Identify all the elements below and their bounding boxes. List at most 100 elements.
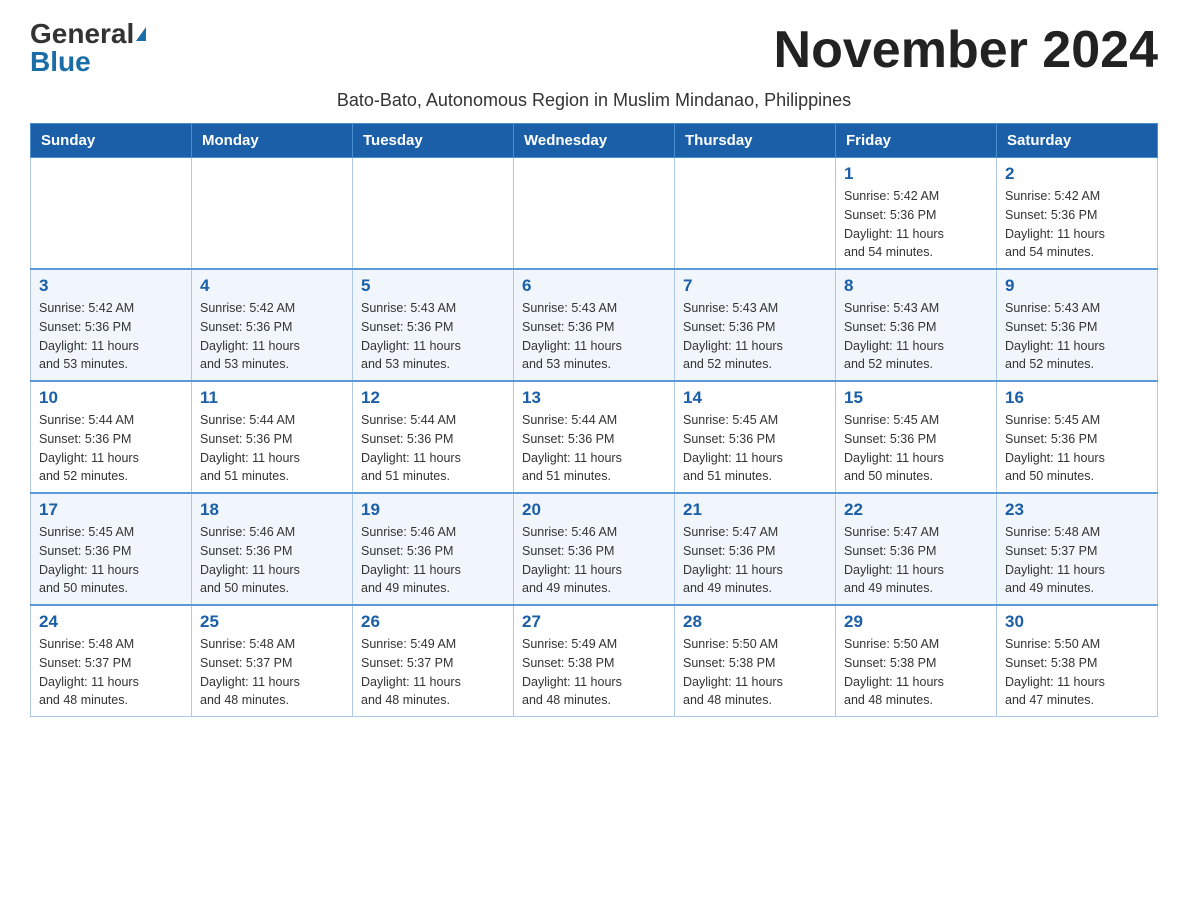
col-thursday: Thursday [675, 124, 836, 158]
calendar-header-row: Sunday Monday Tuesday Wednesday Thursday… [31, 124, 1158, 158]
calendar-cell: 19Sunrise: 5:46 AM Sunset: 5:36 PM Dayli… [353, 493, 514, 605]
calendar-cell: 27 Sunrise: 5:49 AM Sunset: 5:38 PM Dayli… [514, 605, 675, 717]
day-number: 12 [361, 388, 505, 408]
calendar-cell [192, 158, 353, 270]
day-info: Sunrise: 5:44 AM Sunset: 5:36 PM Dayligh… [200, 411, 344, 486]
calendar-cell: 17 Sunrise: 5:45 AM Sunset: 5:36 PM Dayli… [31, 493, 192, 605]
day-number: 1 [844, 164, 988, 184]
day-info: Sunrise: 5:49 AM Sunset: 5:37 PM Dayligh… [361, 635, 505, 710]
day-number: 23 [1005, 500, 1149, 520]
calendar-cell: 29Sunrise: 5:50 AM Sunset: 5:38 PM Dayli… [836, 605, 997, 717]
calendar-cell [514, 158, 675, 270]
day-number: 14 [683, 388, 827, 408]
day-info: Sunrise: 5:43 AM Sunset: 5:36 PM Dayligh… [361, 299, 505, 374]
calendar-cell: 14 Sunrise: 5:45 AM Sunset: 5:36 PM Dayli… [675, 381, 836, 493]
day-info: Sunrise: 5:45 AM Sunset: 5:36 PM Dayligh… [39, 523, 183, 598]
calendar-cell: 20 Sunrise: 5:46 AM Sunset: 5:36 PM Dayli… [514, 493, 675, 605]
day-number: 15 [844, 388, 988, 408]
day-info: Sunrise: 5:45 AM Sunset: 5:36 PM Dayligh… [1005, 411, 1149, 486]
day-number: 26 [361, 612, 505, 632]
day-info: Sunrise: 5:43 AM Sunset: 5:36 PM Dayligh… [844, 299, 988, 374]
calendar-cell: 10 Sunrise: 5:44 AM Sunset: 5:36 PM Dayli… [31, 381, 192, 493]
day-info: Sunrise: 5:43 AM Sunset: 5:36 PM Dayligh… [683, 299, 827, 374]
logo-triangle-icon [136, 27, 146, 41]
day-number: 3 [39, 276, 183, 296]
calendar-week-row-3: 10 Sunrise: 5:44 AM Sunset: 5:36 PM Dayli… [31, 381, 1158, 493]
calendar-cell: 13Sunrise: 5:44 AM Sunset: 5:36 PM Dayli… [514, 381, 675, 493]
calendar-cell: 1 Sunrise: 5:42 AM Sunset: 5:36 PM Daylig… [836, 158, 997, 270]
calendar-week-row-2: 3 Sunrise: 5:42 AM Sunset: 5:36 PM Daylig… [31, 269, 1158, 381]
col-sunday: Sunday [31, 124, 192, 158]
logo-general-text: General [30, 20, 134, 48]
day-number: 4 [200, 276, 344, 296]
calendar-cell: 7 Sunrise: 5:43 AM Sunset: 5:36 PM Daylig… [675, 269, 836, 381]
calendar-cell: 11 Sunrise: 5:44 AM Sunset: 5:36 PM Dayli… [192, 381, 353, 493]
calendar-cell: 5 Sunrise: 5:43 AM Sunset: 5:36 PM Daylig… [353, 269, 514, 381]
day-number: 17 [39, 500, 183, 520]
day-info: Sunrise: 5:48 AM Sunset: 5:37 PM Dayligh… [1005, 523, 1149, 598]
day-info: Sunrise: 5:42 AM Sunset: 5:36 PM Dayligh… [844, 187, 988, 262]
day-number: 9 [1005, 276, 1149, 296]
day-number: 18 [200, 500, 344, 520]
calendar-cell: 9Sunrise: 5:43 AM Sunset: 5:36 PM Daylig… [997, 269, 1158, 381]
day-info: Sunrise: 5:47 AM Sunset: 5:36 PM Dayligh… [683, 523, 827, 598]
logo-blue-text: Blue [30, 48, 91, 76]
day-info: Sunrise: 5:50 AM Sunset: 5:38 PM Dayligh… [844, 635, 988, 710]
calendar-cell [675, 158, 836, 270]
day-number: 21 [683, 500, 827, 520]
day-number: 20 [522, 500, 666, 520]
calendar-cell: 30 Sunrise: 5:50 AM Sunset: 5:38 PM Dayli… [997, 605, 1158, 717]
day-info: Sunrise: 5:49 AM Sunset: 5:38 PM Dayligh… [522, 635, 666, 710]
calendar-cell: 25Sunrise: 5:48 AM Sunset: 5:37 PM Dayli… [192, 605, 353, 717]
col-friday: Friday [836, 124, 997, 158]
calendar-cell: 24Sunrise: 5:48 AM Sunset: 5:37 PM Dayli… [31, 605, 192, 717]
day-number: 24 [39, 612, 183, 632]
day-info: Sunrise: 5:46 AM Sunset: 5:36 PM Dayligh… [522, 523, 666, 598]
col-saturday: Saturday [997, 124, 1158, 158]
day-number: 16 [1005, 388, 1149, 408]
calendar-cell: 2 Sunrise: 5:42 AM Sunset: 5:36 PM Daylig… [997, 158, 1158, 270]
calendar-cell: 4 Sunrise: 5:42 AM Sunset: 5:36 PM Daylig… [192, 269, 353, 381]
day-info: Sunrise: 5:42 AM Sunset: 5:36 PM Dayligh… [39, 299, 183, 374]
day-number: 25 [200, 612, 344, 632]
day-number: 7 [683, 276, 827, 296]
calendar-cell: 12Sunrise: 5:44 AM Sunset: 5:36 PM Dayli… [353, 381, 514, 493]
calendar-cell: 3 Sunrise: 5:42 AM Sunset: 5:36 PM Daylig… [31, 269, 192, 381]
day-number: 30 [1005, 612, 1149, 632]
calendar-cell [31, 158, 192, 270]
day-info: Sunrise: 5:46 AM Sunset: 5:36 PM Dayligh… [200, 523, 344, 598]
day-number: 27 [522, 612, 666, 632]
calendar-cell: 18 Sunrise: 5:46 AM Sunset: 5:36 PM Dayli… [192, 493, 353, 605]
calendar-week-row-1: 1 Sunrise: 5:42 AM Sunset: 5:36 PM Daylig… [31, 158, 1158, 270]
calendar-cell: 21 Sunrise: 5:47 AM Sunset: 5:36 PM Dayli… [675, 493, 836, 605]
day-number: 8 [844, 276, 988, 296]
day-info: Sunrise: 5:46 AM Sunset: 5:36 PM Dayligh… [361, 523, 505, 598]
day-info: Sunrise: 5:42 AM Sunset: 5:36 PM Dayligh… [200, 299, 344, 374]
day-number: 5 [361, 276, 505, 296]
calendar-cell: 26 Sunrise: 5:49 AM Sunset: 5:37 PM Dayli… [353, 605, 514, 717]
logo: General Blue [30, 20, 146, 76]
day-info: Sunrise: 5:44 AM Sunset: 5:36 PM Dayligh… [39, 411, 183, 486]
day-number: 6 [522, 276, 666, 296]
calendar-week-row-5: 24Sunrise: 5:48 AM Sunset: 5:37 PM Dayli… [31, 605, 1158, 717]
subtitle: Bato-Bato, Autonomous Region in Muslim M… [30, 90, 1158, 111]
col-wednesday: Wednesday [514, 124, 675, 158]
col-monday: Monday [192, 124, 353, 158]
day-info: Sunrise: 5:44 AM Sunset: 5:36 PM Dayligh… [522, 411, 666, 486]
day-number: 11 [200, 388, 344, 408]
calendar-cell: 22Sunrise: 5:47 AM Sunset: 5:36 PM Dayli… [836, 493, 997, 605]
day-info: Sunrise: 5:42 AM Sunset: 5:36 PM Dayligh… [1005, 187, 1149, 262]
calendar-cell [353, 158, 514, 270]
day-info: Sunrise: 5:50 AM Sunset: 5:38 PM Dayligh… [1005, 635, 1149, 710]
month-title: November 2024 [774, 20, 1158, 80]
day-info: Sunrise: 5:45 AM Sunset: 5:36 PM Dayligh… [683, 411, 827, 486]
calendar-week-row-4: 17 Sunrise: 5:45 AM Sunset: 5:36 PM Dayli… [31, 493, 1158, 605]
calendar-cell: 6 Sunrise: 5:43 AM Sunset: 5:36 PM Daylig… [514, 269, 675, 381]
day-info: Sunrise: 5:43 AM Sunset: 5:36 PM Dayligh… [522, 299, 666, 374]
calendar-cell: 23 Sunrise: 5:48 AM Sunset: 5:37 PM Dayli… [997, 493, 1158, 605]
calendar-cell: 28Sunrise: 5:50 AM Sunset: 5:38 PM Dayli… [675, 605, 836, 717]
col-tuesday: Tuesday [353, 124, 514, 158]
day-number: 2 [1005, 164, 1149, 184]
day-number: 10 [39, 388, 183, 408]
day-info: Sunrise: 5:47 AM Sunset: 5:36 PM Dayligh… [844, 523, 988, 598]
